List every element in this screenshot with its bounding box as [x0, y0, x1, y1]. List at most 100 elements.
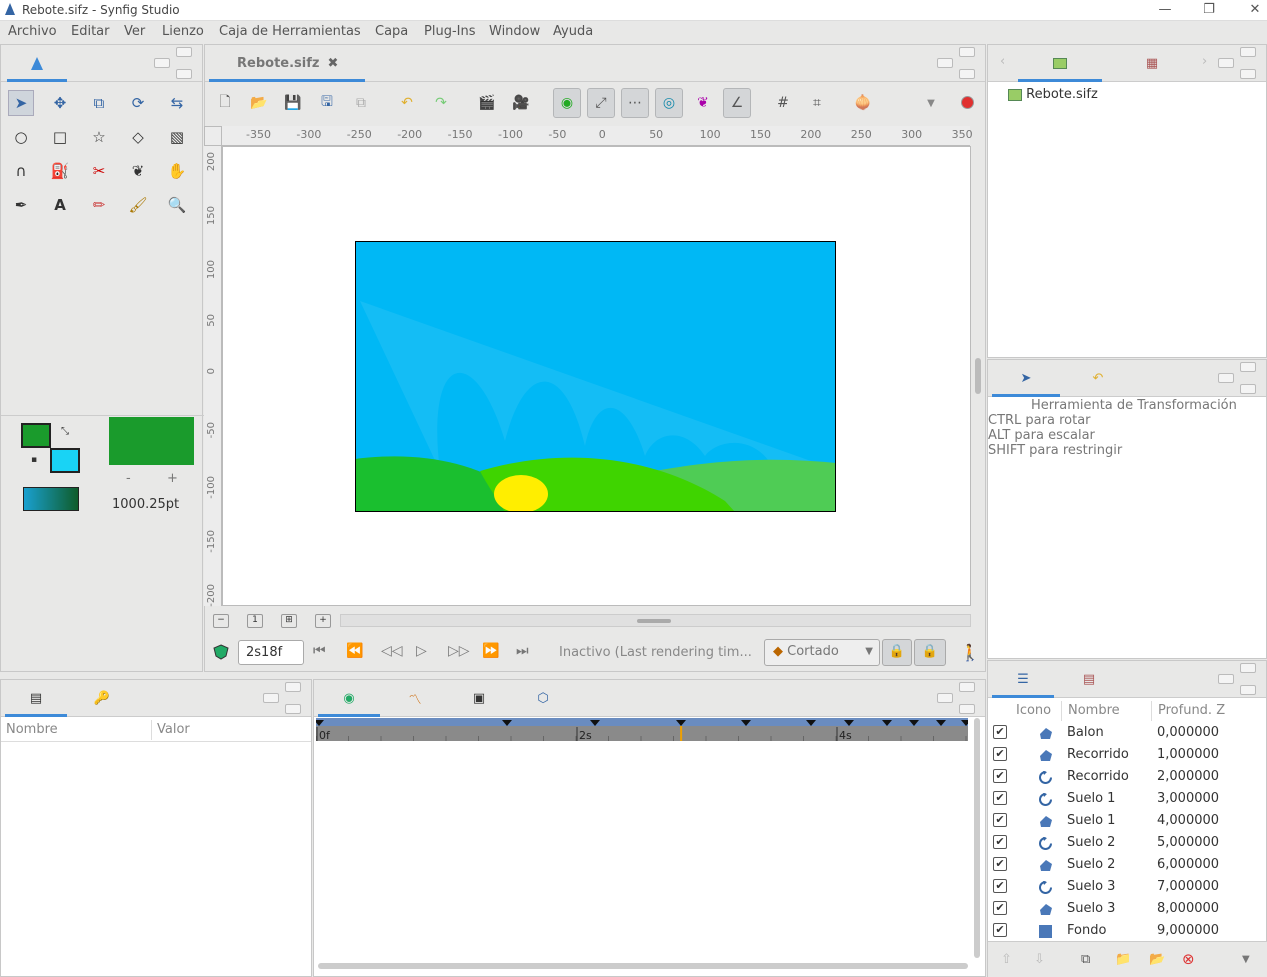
layer-row[interactable]: ✔ Suelo 3 7,000000: [988, 876, 1267, 898]
fill-tool[interactable]: ⛽: [47, 158, 73, 184]
canvas-image[interactable]: [355, 241, 836, 512]
duplicate-layer-button[interactable]: ⧉: [1081, 952, 1090, 967]
outline-color-swatch[interactable]: [21, 423, 51, 448]
fill-color-swatch[interactable]: [50, 448, 80, 473]
next-frame-button[interactable]: ▷▷: [448, 643, 470, 659]
menu-caja-herramientas[interactable]: Caja de Herramientas: [219, 24, 361, 39]
animation-mode-button[interactable]: [213, 644, 229, 660]
smooth-move-tool[interactable]: ✥: [47, 90, 73, 116]
minimize-button[interactable]: —: [1150, 2, 1180, 17]
layers-col-z[interactable]: Profund. Z: [1158, 703, 1225, 718]
layers-tab[interactable]: ☰: [992, 661, 1054, 698]
scale-tool[interactable]: ⧉: [86, 90, 112, 116]
seek-begin-button[interactable]: ⏮: [313, 643, 326, 659]
save-as-button[interactable]: 🖫: [313, 88, 341, 118]
circle-tool[interactable]: ○: [8, 124, 34, 150]
prev-frame-button[interactable]: ◁◁: [381, 643, 403, 659]
layers-dock-button[interactable]: [1218, 674, 1234, 684]
layer-row[interactable]: ✔ Fondo 9,000000: [988, 920, 1267, 942]
cutout-tool[interactable]: ✂: [86, 158, 112, 184]
menu-archivo[interactable]: Archivo: [8, 24, 57, 39]
preview-button[interactable]: 🎥: [507, 88, 535, 118]
lower-layer-button[interactable]: ⇩: [1034, 952, 1045, 967]
next-keyframe-button[interactable]: ⏩: [482, 643, 499, 659]
layers-more-button[interactable]: ▼: [1242, 954, 1250, 965]
tool-options-tab[interactable]: ➤: [992, 360, 1060, 397]
reset-colors-icon[interactable]: ▪: [31, 455, 37, 465]
bone-tool[interactable]: ✋: [164, 158, 190, 184]
text-tool[interactable]: A: [47, 192, 73, 218]
tool-options-dock-button[interactable]: [1218, 373, 1234, 383]
undo-button[interactable]: ↶: [393, 88, 421, 118]
menu-lienzo[interactable]: Lienzo: [162, 24, 204, 39]
params-tab[interactable]: ▤: [5, 680, 67, 717]
swap-colors-icon[interactable]: ⤡: [61, 426, 69, 437]
menu-capa[interactable]: Capa: [375, 24, 408, 39]
layer-name[interactable]: Suelo 2: [1067, 835, 1115, 850]
layer-row[interactable]: ✔ Suelo 3 8,000000: [988, 898, 1267, 920]
show-radius-handles[interactable]: ◎: [655, 88, 683, 118]
layer-visibility-checkbox[interactable]: ✔: [993, 725, 1007, 739]
show-width-handles[interactable]: ❦: [689, 88, 717, 118]
layers-col-name[interactable]: Nombre: [1068, 703, 1120, 718]
layer-name[interactable]: Suelo 1: [1067, 791, 1115, 806]
params-col-value[interactable]: Valor: [157, 722, 190, 737]
layer-visibility-checkbox[interactable]: ✔: [993, 747, 1007, 761]
params-dock-button[interactable]: [263, 693, 279, 703]
prev-keyframe-button[interactable]: ⏪: [346, 643, 363, 659]
sketch-tool[interactable]: ✏: [86, 192, 112, 218]
transform-tool[interactable]: ➤: [8, 90, 34, 116]
time-ruler[interactable]: 0f 2s 4s: [316, 718, 968, 743]
close-tab-icon[interactable]: ✖: [327, 56, 338, 71]
show-vertex-handles[interactable]: ⋯: [621, 88, 649, 118]
canvas-hscroll-thumb[interactable]: [637, 619, 671, 623]
layer-visibility-checkbox[interactable]: ✔: [993, 813, 1007, 827]
library-tab[interactable]: ▦: [1110, 45, 1194, 82]
layer-name[interactable]: Suelo 1: [1067, 813, 1115, 828]
layer-name[interactable]: Balon: [1067, 725, 1104, 740]
sound-tab[interactable]: ▣: [448, 680, 510, 717]
timetrack-hscroll[interactable]: [318, 963, 968, 969]
record-button[interactable]: [954, 88, 982, 118]
animation-mode-toggle[interactable]: 🚶: [960, 643, 980, 662]
gradient-swatch[interactable]: [23, 487, 79, 511]
play-button[interactable]: ▷: [416, 643, 427, 659]
curves-tab[interactable]: 〽: [384, 680, 446, 717]
interpolation-select[interactable]: ◆ Cortado ▼: [764, 639, 880, 666]
canvas-browser-item[interactable]: Rebote.sifz: [1008, 87, 1098, 102]
redo-button[interactable]: ↷: [427, 88, 455, 118]
rotate-tool[interactable]: ⟳: [125, 90, 151, 116]
show-position-handles[interactable]: ◉: [553, 88, 581, 118]
current-time-field[interactable]: 2s18f: [238, 640, 304, 665]
save-all-button[interactable]: ⧉: [347, 88, 375, 118]
gradient-tool[interactable]: ▧: [164, 124, 190, 150]
layer-name[interactable]: Recorrido: [1067, 769, 1129, 784]
restore-button[interactable]: ❐: [1194, 2, 1224, 17]
toolbox-tab[interactable]: [7, 45, 67, 82]
raise-layer-button[interactable]: ⇧: [1001, 952, 1012, 967]
zoom-in-button[interactable]: +: [315, 614, 331, 628]
layer-visibility-checkbox[interactable]: ✔: [993, 769, 1007, 783]
close-window-button[interactable]: ✕: [1240, 2, 1267, 17]
layer-name[interactable]: Suelo 3: [1067, 879, 1115, 894]
layer-row[interactable]: ✔ Suelo 1 3,000000: [988, 788, 1267, 810]
save-button[interactable]: 💾: [279, 88, 307, 118]
layer-visibility-checkbox[interactable]: ✔: [993, 901, 1007, 915]
timetrack-vscroll[interactable]: [974, 718, 980, 958]
zoom-tool[interactable]: 🔍: [164, 192, 190, 218]
menu-editar[interactable]: Editar: [71, 24, 110, 39]
show-angle-handles[interactable]: ∠: [723, 88, 751, 118]
navigator-tab[interactable]: ⬡: [512, 680, 574, 717]
canvas-hscrollbar[interactable]: [340, 614, 971, 627]
layer-row[interactable]: ✔ Balon 0,000000: [988, 722, 1267, 744]
layer-row[interactable]: ✔ Suelo 2 6,000000: [988, 854, 1267, 876]
layer-row[interactable]: ✔ Suelo 1 4,000000: [988, 810, 1267, 832]
panel-dock-button[interactable]: [154, 58, 170, 68]
tabs-scroll-right-icon[interactable]: ›: [1202, 54, 1207, 69]
canvas-vscroll-thumb[interactable]: [975, 358, 981, 394]
layer-name[interactable]: Suelo 2: [1067, 857, 1115, 872]
delete-layer-button[interactable]: ⊗: [1182, 950, 1195, 968]
star-tool[interactable]: ☆: [86, 124, 112, 150]
mirror-tool[interactable]: ⇆: [164, 90, 190, 116]
render-button[interactable]: 🎬: [473, 88, 501, 118]
